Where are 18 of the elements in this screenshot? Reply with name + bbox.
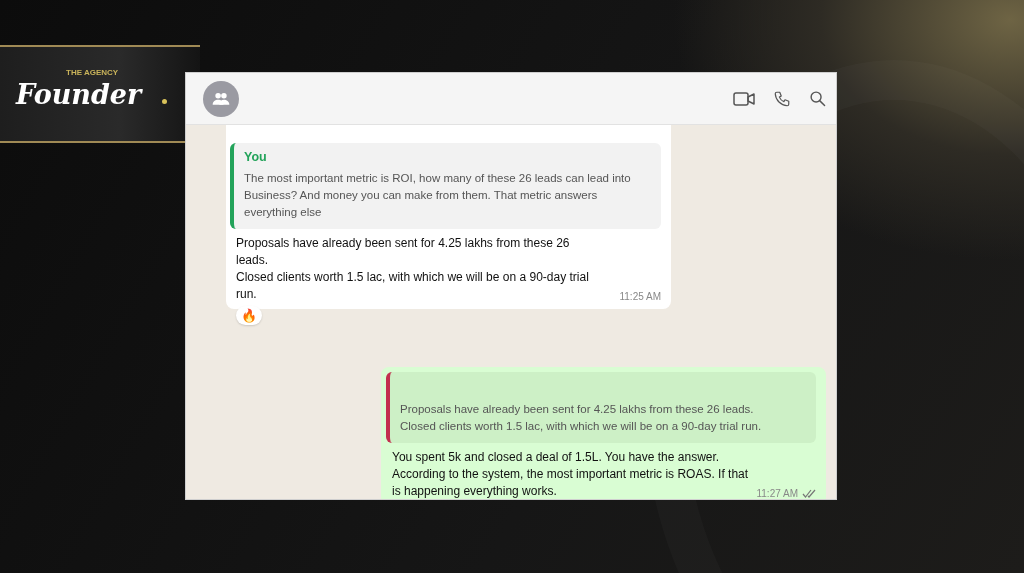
- incoming-message-bubble[interactable]: [226, 125, 671, 309]
- message-time: 11:27 AM: [756, 487, 798, 499]
- phone-icon[interactable]: [773, 89, 791, 108]
- dot-icon: [162, 99, 167, 104]
- video-call-icon[interactable]: [733, 90, 755, 107]
- search-icon[interactable]: [809, 90, 826, 107]
- group-avatar-icon[interactable]: [203, 80, 239, 117]
- outgoing-message-bubble[interactable]: [381, 367, 826, 499]
- message-text: Proposals have already been sent for 4.25 lakhs from these 26 leads. Closed clients worth 1.5 lac, with which we will be on a 90-day trial run.: [236, 235, 590, 303]
- quoted-message[interactable]: You The most important metric is ROI, how many of these 26 leads can lead into Business? And money you can make from them. That metric answers everything else: [230, 143, 661, 229]
- quote-text: Proposals have already been sent for 4.25 lakhs from these 26 leads. Closed clients worth 1.5 lac, with which we will be on a 90-day trial run.: [400, 402, 763, 434]
- message-time: 11:25 AM: [619, 290, 661, 302]
- quoted-message[interactable]: Proposals have already been sent for 4.25 lakhs from these 26 leads. Closed clients worth 1.5 lac, with which we will be on a 90-day trial run.: [386, 372, 816, 443]
- logo-tagline: THE AGENCY: [66, 69, 119, 77]
- logo-wordmark: Founder: [16, 81, 142, 108]
- message-text: You spent 5k and closed a deal of 1.5L. You have the answer. According to the system, the most important metric is ROAS. If that is happening everything works.: [392, 449, 750, 499]
- quote-author: You: [244, 150, 268, 164]
- quote-text: The most important metric is ROI, how many of these 26 leads can lead into Business? And money you can make from them. That metric answers everything else: [244, 171, 632, 220]
